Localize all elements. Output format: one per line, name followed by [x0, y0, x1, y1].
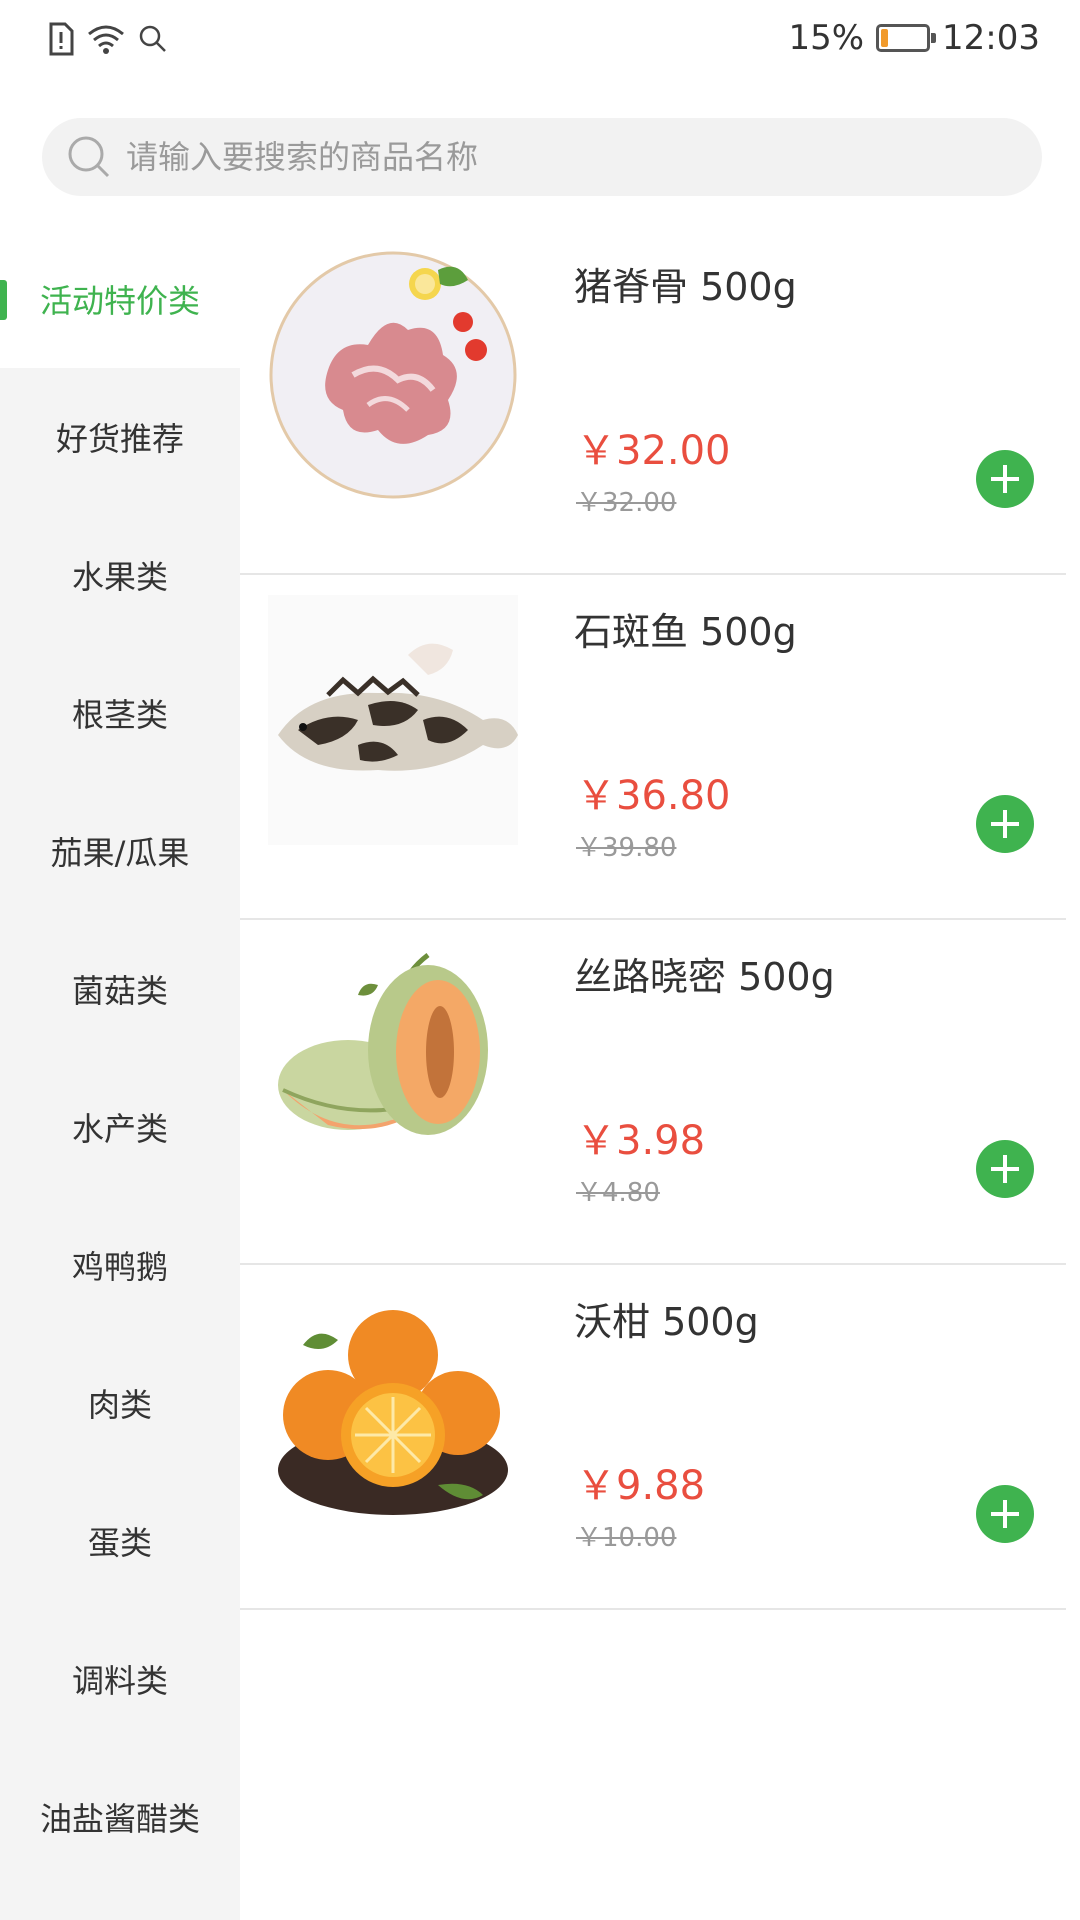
- product-price: ￥32.00: [576, 428, 731, 474]
- sidebar-item-label: 好货推荐: [55, 420, 184, 458]
- sidebar-item-label: 蛋类: [87, 1524, 152, 1562]
- product-price: ￥3.98: [576, 1118, 706, 1164]
- sidebar-item-label: 菌菇类: [71, 972, 168, 1010]
- product-name: 沃柑 500g: [574, 1300, 759, 1344]
- category-sidebar: 活动特价类 好货推荐 水果类 根茎类 茄果/瓜果 菌菇类 水产类 鸡鸭鹅 肉类 …: [0, 230, 240, 1920]
- sim-alert-icon: [48, 22, 74, 60]
- product-original-price: ￥39.80: [576, 833, 677, 863]
- product-name: 石斑鱼 500g: [574, 610, 797, 654]
- melon-image[interactable]: [268, 940, 518, 1190]
- product-original-price: ￥32.00: [576, 488, 677, 518]
- sidebar-item-root-vegetables[interactable]: 根茎类: [0, 644, 240, 782]
- battery-icon: [876, 24, 937, 52]
- sidebar-item-eggs[interactable]: 蛋类: [0, 1472, 240, 1610]
- product-name: 猪脊骨 500g: [574, 265, 797, 309]
- plus-icon: [991, 1500, 1019, 1528]
- sidebar-item-seasonings[interactable]: 调料类: [0, 1610, 240, 1748]
- sidebar-item-label: 水产类: [71, 1110, 168, 1148]
- product-card[interactable]: 石斑鱼 500g ￥36.80 ￥39.80: [240, 575, 1066, 920]
- search-icon: [66, 134, 112, 180]
- product-price: ￥9.88: [576, 1463, 706, 1509]
- add-to-cart-button[interactable]: [976, 1485, 1034, 1543]
- grouper-fish-image[interactable]: [268, 595, 518, 845]
- sidebar-item-label: 调料类: [71, 1662, 168, 1700]
- sidebar-item-special-offers[interactable]: 活动特价类: [0, 230, 240, 368]
- search-input[interactable]: [126, 138, 1006, 176]
- wifi-icon: [86, 22, 126, 60]
- sidebar-item-label: 根茎类: [71, 696, 168, 734]
- plus-icon: [991, 1155, 1019, 1183]
- add-to-cart-button[interactable]: [976, 795, 1034, 853]
- product-card[interactable]: 沃柑 500g ￥9.88 ￥10.00: [240, 1265, 1066, 1610]
- plus-icon: [991, 465, 1019, 493]
- sidebar-item-poultry[interactable]: 鸡鸭鹅: [0, 1196, 240, 1334]
- battery-fill: [881, 29, 889, 47]
- product-original-price: ￥4.80: [576, 1178, 660, 1208]
- sidebar-item-oil-salt-sauce-vinegar[interactable]: 油盐酱醋类: [0, 1748, 240, 1886]
- product-original-price: ￥10.00: [576, 1523, 677, 1553]
- sidebar-item-meat[interactable]: 肉类: [0, 1334, 240, 1472]
- sidebar-item-fruits[interactable]: 水果类: [0, 506, 240, 644]
- pork-bone-image[interactable]: [268, 250, 518, 500]
- product-name: 丝路晓密 500g: [574, 955, 835, 999]
- sidebar-item-label: 活动特价类: [39, 282, 200, 320]
- plus-icon: [991, 810, 1019, 838]
- product-list: 猪脊骨 500g ￥32.00 ￥32.00 石斑鱼 500g ￥36.80 ￥…: [240, 230, 1066, 1610]
- sidebar-item-seafood[interactable]: 水产类: [0, 1058, 240, 1196]
- sidebar-item-label: 水果类: [71, 558, 168, 596]
- battery-percent: 15%: [788, 18, 865, 58]
- orange-image[interactable]: [268, 1285, 518, 1535]
- sidebar-item-solanaceous-melons[interactable]: 茄果/瓜果: [0, 782, 240, 920]
- product-price: ￥36.80: [576, 773, 731, 819]
- sidebar-item-label: 茄果/瓜果: [50, 834, 190, 872]
- status-bar: 15% 12:03: [0, 0, 1080, 84]
- clock: 12:03: [942, 18, 1040, 58]
- add-to-cart-button[interactable]: [976, 450, 1034, 508]
- sidebar-item-label: 油盐酱醋类: [39, 1800, 200, 1838]
- search-status-icon: [138, 24, 168, 58]
- search-bar[interactable]: [42, 118, 1042, 196]
- sidebar-item-label: 鸡鸭鹅: [71, 1248, 168, 1286]
- sidebar-item-label: 肉类: [87, 1386, 152, 1424]
- add-to-cart-button[interactable]: [976, 1140, 1034, 1198]
- sidebar-item-recommended[interactable]: 好货推荐: [0, 368, 240, 506]
- product-card[interactable]: 丝路晓密 500g ￥3.98 ￥4.80: [240, 920, 1066, 1265]
- product-card[interactable]: 猪脊骨 500g ￥32.00 ￥32.00: [240, 230, 1066, 575]
- sidebar-item-mushrooms[interactable]: 菌菇类: [0, 920, 240, 1058]
